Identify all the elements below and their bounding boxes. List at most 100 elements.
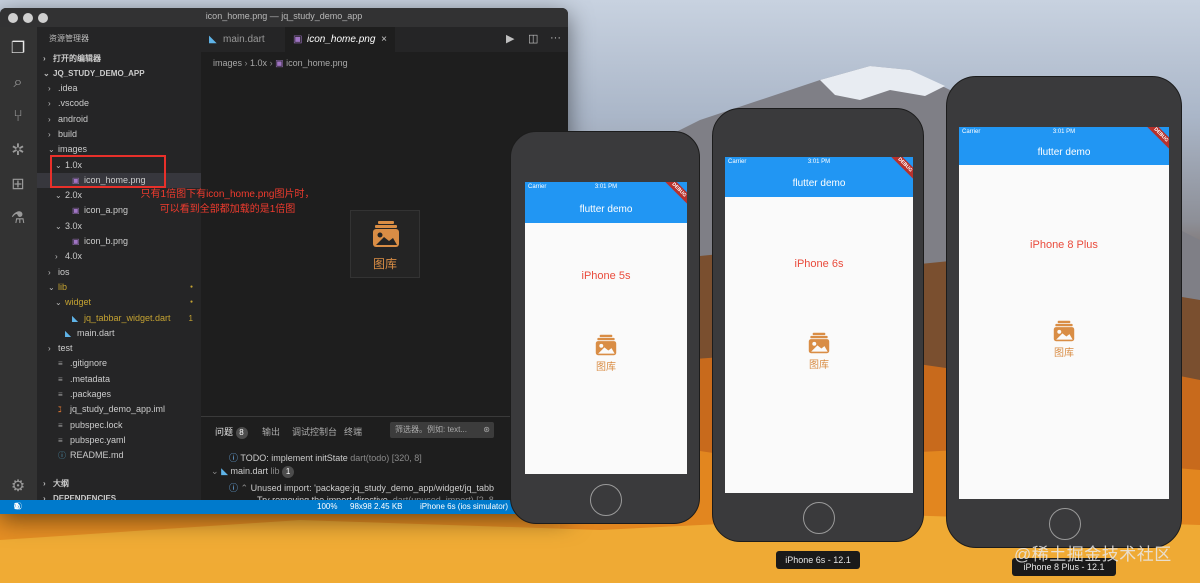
debug-icon[interactable]: ✲ — [8, 141, 28, 161]
problem-file-row[interactable]: ⌄ ◣ main.dart lib 1 — [211, 466, 295, 478]
device-name-text: iPhone 8 Plus — [1030, 239, 1098, 251]
dart-file-icon: ◣ — [209, 34, 217, 45]
breadcrumb-1x[interactable]: 1.0x — [250, 58, 267, 68]
app-title: flutter demo — [579, 203, 633, 215]
tree-item[interactable]: ≡ .packages — [37, 387, 201, 402]
open-editors-section[interactable]: › 打开的编辑器 — [37, 51, 201, 66]
tab-debug-console[interactable]: 调试控制台 — [292, 425, 337, 438]
home-button[interactable] — [590, 483, 622, 516]
tab-problems[interactable]: 问题 8 — [215, 425, 248, 439]
gallery-icon[interactable] — [808, 332, 830, 354]
zoom-level[interactable]: 100% — [317, 500, 337, 514]
extensions-icon[interactable]: ⊞ — [8, 175, 28, 195]
app-title: flutter demo — [1037, 147, 1091, 158]
annotation-highlight-box — [50, 155, 166, 188]
tree-item-label: .gitignore — [70, 358, 108, 369]
tab-main-dart[interactable]: ◣ main.dart — [201, 27, 285, 52]
tree-item[interactable]: ⓘ README.md — [37, 448, 201, 463]
image-file-icon: ▣ — [72, 237, 80, 246]
settings-gear-icon[interactable]: ⚙ — [8, 477, 28, 497]
iphone-6s-simulator: Carrier 3:01 PM flutter demo DEBUG iPhone 6s… — [712, 108, 924, 542]
filter-input[interactable]: 筛选器。例如: text... ⊛ — [390, 422, 494, 438]
gallery-label: 图库 — [596, 362, 616, 373]
dart-file-icon: ◣ — [72, 313, 79, 323]
tree-item[interactable]: › build — [37, 127, 201, 142]
run-icon[interactable]: ▶ — [506, 32, 514, 45]
test-flask-icon[interactable]: ⚗ — [8, 209, 28, 229]
tree-item[interactable]: › .idea — [37, 81, 201, 96]
chevron-right-icon: › — [48, 99, 51, 109]
tree-item[interactable]: › android — [37, 112, 201, 127]
tree-item-label: build — [58, 128, 78, 139]
chevron-right-icon: › — [48, 344, 51, 354]
tree-item[interactable]: ◣ jq_tabbar_widget.dart 1 — [37, 311, 201, 326]
tree-item[interactable]: ⌄ lib ● — [37, 280, 201, 295]
device-selector[interactable]: iPhone 6s (ios simulator) — [420, 500, 508, 514]
tree-item-label: icon_a.png — [84, 205, 129, 216]
search-icon[interactable]: ⌕ — [8, 73, 28, 93]
chevron-down-icon: ⌄ — [55, 191, 62, 201]
text-file-icon: ≡ — [58, 390, 63, 399]
close-tab-icon[interactable]: × — [381, 27, 387, 52]
project-section[interactable]: ⌄ JQ_STUDY_DEMO_APP — [37, 66, 201, 81]
tree-item[interactable]: › ios — [37, 265, 201, 280]
source-control-icon[interactable]: ⑂ — [8, 107, 28, 127]
home-button[interactable] — [803, 502, 835, 534]
problem-count-badge: 8 — [235, 427, 248, 439]
text-file-icon: ≡ — [58, 420, 63, 430]
tree-item-label: android — [58, 113, 89, 124]
app-title: flutter demo — [792, 178, 846, 189]
status-time: 3:01 PM — [807, 159, 831, 165]
gallery-icon[interactable] — [1053, 320, 1075, 342]
chevron-right-icon: › — [55, 252, 58, 262]
status-bar: ⊗ 0 ⚠ 1 ⓘ 7 100% 98x98 2.45 KB iPhone 6s… — [0, 500, 568, 514]
iphone-8-plus-simulator: Carrier 3:01 PM flutter demo DEBUG iPhone 8 … — [946, 76, 1182, 548]
more-actions-icon[interactable]: ··· — [550, 32, 561, 44]
gallery-icon[interactable] — [595, 334, 617, 356]
vscode-window: icon_home.png — jq_study_demo_app ❐ ⌕ ⑂ … — [0, 8, 568, 514]
tree-item[interactable]: ≡ pubspec.yaml — [37, 433, 201, 448]
tree-item-label: .vscode — [58, 98, 90, 109]
tree-item-label: ios — [58, 266, 70, 277]
xml-file-icon: ℷ — [58, 405, 62, 415]
breadcrumb-icon-home[interactable]: icon_home.png — [286, 58, 348, 68]
tree-item[interactable]: › 4.0x — [37, 249, 201, 264]
explorer-icon[interactable]: ❐ — [8, 39, 28, 59]
sim-label-iphone-6s: iPhone 6s - 12.1 — [776, 551, 860, 569]
tree-item[interactable]: ⌄ widget ● — [37, 295, 201, 310]
tree-item[interactable]: › .vscode — [37, 96, 201, 111]
problem-row[interactable]: ⓘ TODO: implement initState dart(todo) [… — [229, 451, 422, 464]
tree-item-label: widget — [65, 297, 92, 308]
home-button[interactable] — [1049, 508, 1081, 540]
preview-label: 图库 — [372, 257, 397, 271]
tree-item[interactable]: ▣ icon_b.png — [37, 234, 201, 249]
tree-item[interactable]: › test — [37, 341, 201, 356]
tree-item-label: pubspec.yaml — [70, 434, 126, 445]
outline-section[interactable]: › 大纲 — [37, 476, 201, 491]
tab-icon-home-png[interactable]: ▣ icon_home.png × — [285, 27, 395, 52]
tree-item-label: icon_b.png — [84, 236, 129, 246]
split-editor-icon[interactable]: ◫ — [528, 32, 538, 45]
tree-item[interactable]: ℷ jq_study_demo_app.iml — [37, 402, 201, 417]
activity-bar: ❐ ⌕ ⑂ ✲ ⊞ ⚗ ⚙ — [0, 27, 37, 500]
tree-item[interactable]: ≡ .metadata — [37, 372, 201, 387]
tree-item-label: .idea — [58, 83, 78, 93]
image-size: 98x98 2.45 KB — [350, 502, 403, 511]
phone-screen: Carrier 3:01 PM flutter demo DEBUG iPhone 5s… — [525, 182, 687, 474]
tree-item[interactable]: ⌄ 3.0x — [37, 219, 201, 234]
tab-terminal[interactable]: 终端 — [344, 425, 362, 438]
chevron-down-icon: ⌄ — [55, 298, 62, 308]
gallery-label: 图库 — [809, 360, 829, 371]
tab-output[interactable]: 输出 — [262, 425, 280, 438]
tree-item-label: .metadata — [70, 373, 111, 384]
title-bar: icon_home.png — jq_study_demo_app — [0, 8, 568, 27]
breadcrumb-images[interactable]: images — [213, 58, 242, 68]
app-bar: Carrier 3:01 PM flutter demo — [525, 182, 687, 223]
image-file-icon: ▣ — [72, 206, 80, 216]
tree-item[interactable]: ≡ pubspec.lock — [37, 418, 201, 433]
problem-row[interactable]: ⓘ ⌃ Unused import: 'package:jq_study_dem… — [229, 481, 494, 494]
window-title: icon_home.png — jq_study_demo_app — [205, 11, 363, 21]
tree-item[interactable]: ≡ .gitignore — [37, 356, 201, 371]
tree-item[interactable]: ◣ main.dart — [37, 326, 201, 341]
dart-file-icon: ◣ — [65, 328, 72, 338]
